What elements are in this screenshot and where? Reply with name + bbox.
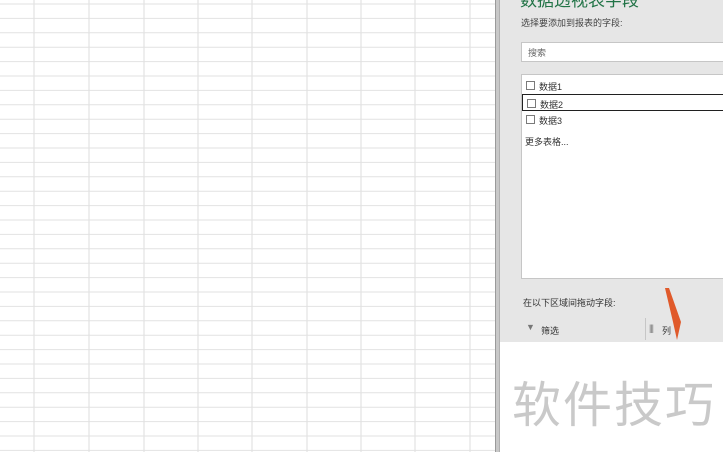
filter-area-label: 筛选 (541, 326, 560, 336)
arrow-icon (665, 288, 681, 340)
field-label: 数据3 (539, 116, 563, 126)
field-checkbox[interactable] (527, 99, 536, 108)
field-item-1[interactable]: 数据1 (522, 77, 723, 94)
field-item-3[interactable]: 数据3 (522, 111, 723, 128)
field-checkbox[interactable] (526, 115, 535, 124)
columns-icon: ||| (649, 323, 654, 333)
pane-title: 数据透视表字段 (520, 0, 639, 10)
field-search-input[interactable]: 搜索 (521, 42, 723, 62)
spreadsheet-grid[interactable] (0, 0, 495, 452)
filter-icon: ▼ (526, 322, 535, 332)
field-label: 数据1 (539, 82, 563, 92)
field-label: 数据2 (540, 100, 564, 110)
field-list: 数据1 数据2 数据3 更多表格... (521, 74, 723, 279)
pane-subtitle: 选择要添加到报表的字段: (521, 18, 623, 28)
watermark: 软件技巧 (512, 377, 717, 434)
cell-gridlines (0, 0, 495, 452)
field-item-2[interactable]: 数据2 (522, 94, 723, 111)
drag-fields-label: 在以下区域间拖动字段: (523, 298, 616, 308)
more-tables-link[interactable]: 更多表格... (525, 135, 569, 148)
field-checkbox[interactable] (526, 81, 535, 90)
filter-area-header: ▼ 筛选 (521, 318, 641, 340)
